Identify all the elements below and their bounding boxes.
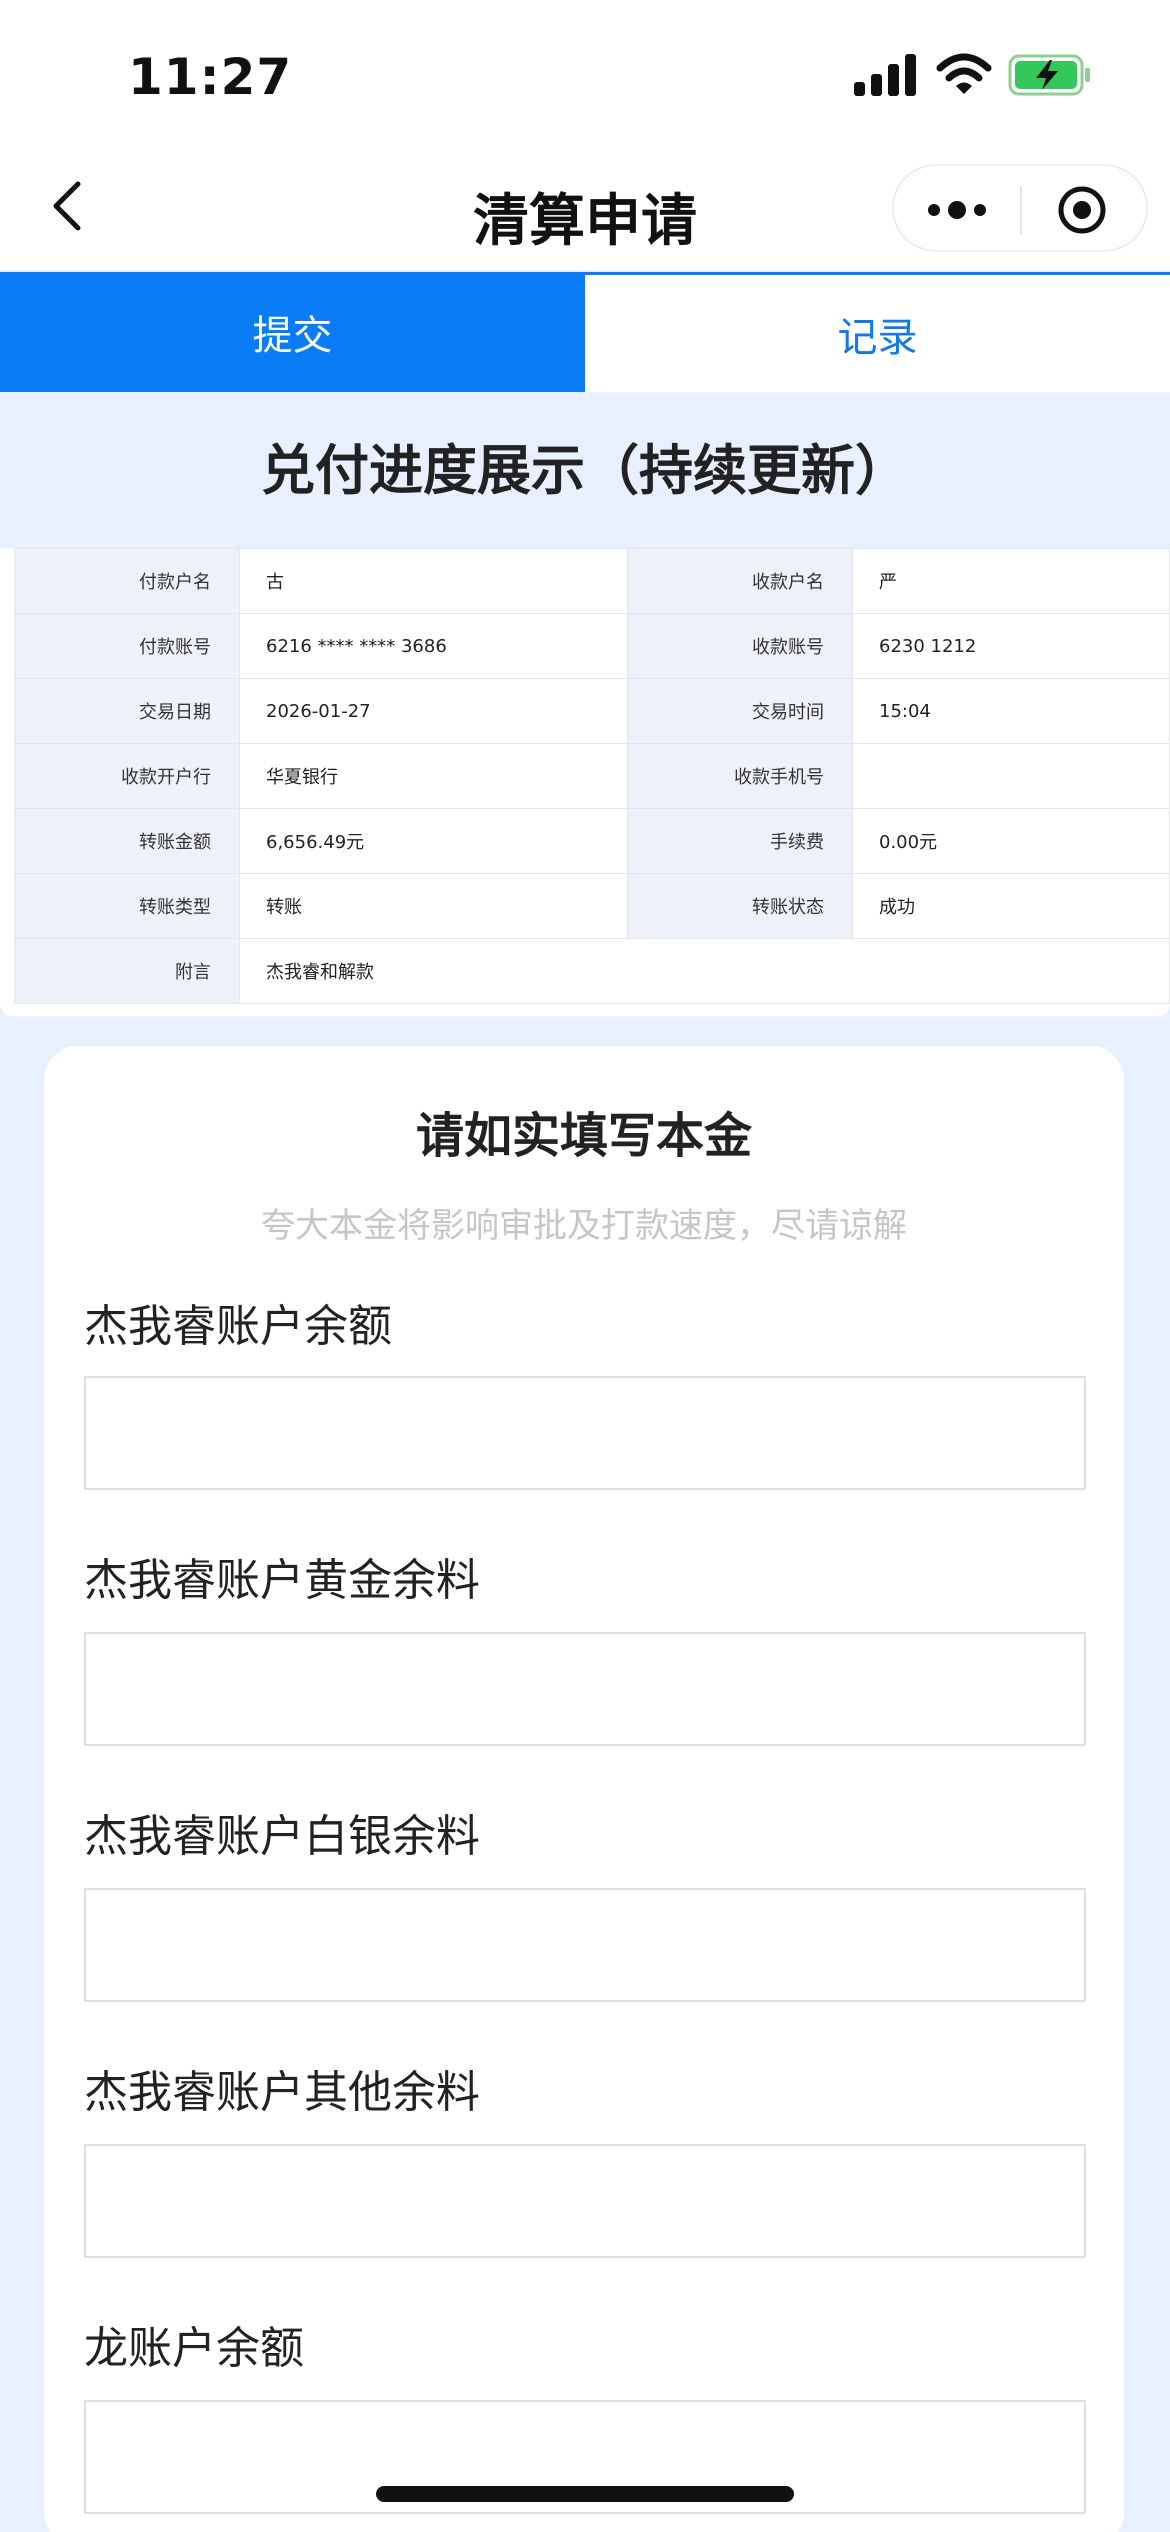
receipt-value: 15:04 [852,678,1170,744]
receipt-value [852,743,1170,809]
mini-program-capsule [892,164,1148,252]
receipt-label: 交易时间 [627,678,853,744]
field-label-gold: 杰我睿账户黄金余料 [84,1555,480,1606]
receipt-value: 古 [239,548,628,614]
receipt-label: 付款户名 [14,548,240,614]
silver-balance-input[interactable] [84,1888,1086,2002]
receipt-row: 交易日期 2026-01-27 交易时间 15:04 [14,678,1170,744]
receipt-label: 交易日期 [14,678,240,744]
receipt-value: 严 [852,548,1170,614]
signal-icon [854,54,916,96]
balance-input[interactable] [84,1376,1086,1490]
form-title: 请如实填写本金 [415,1108,752,1164]
target-icon[interactable] [1056,184,1108,236]
field-label-long-balance: 龙账户余额 [84,2323,304,2374]
gold-balance-input[interactable] [84,1632,1086,1746]
receipt-value: 华夏银行 [239,743,628,809]
capsule-divider [1020,186,1022,234]
receipt-row-note: 附言 杰我睿和解款 [14,938,1170,1004]
receipt-value: 6216 **** **** 3686 [239,613,628,679]
receipt-label: 附言 [14,938,240,1004]
receipt-value: 6230 1212 [852,613,1170,679]
receipt-label: 收款户名 [627,548,853,614]
receipt-row: 转账金额 6,656.49元 手续费 0.00元 [14,808,1170,874]
status-bar: 11:27 [0,0,1170,150]
receipt-value: 6,656.49元 [239,808,628,874]
receipt-row: 付款户名古收款户名严 [14,548,1170,614]
nav-bar: 清算申请 [0,150,1170,270]
tab-records[interactable]: 记录 [585,272,1170,392]
receipt-row: 收款开户行 华夏银行 收款手机号 [14,743,1170,809]
receipt-label: 付款账号 [14,613,240,679]
form-subtitle: 夸大本金将影响审批及打款速度，尽请谅解 [261,1206,907,1246]
receipt-value: 2026-01-27 [239,678,628,744]
receipt-label: 转账状态 [627,873,853,939]
wifi-icon [936,53,992,94]
receipt-label: 转账金额 [14,808,240,874]
receipt-label: 手续费 [627,808,853,874]
section-title: 兑付进度展示（持续更新） [261,439,909,502]
other-balance-input[interactable] [84,2144,1086,2258]
receipt-label: 收款开户行 [14,743,240,809]
screen: 11:27 清算申请 提交 记录 兑付进度展示（持续更新） 付款户名 古 收款户… [0,0,1170,2532]
receipt-value: 成功 [852,873,1170,939]
battery-charging-icon [1008,54,1090,96]
receipt-value: 转账 [239,873,628,939]
receipt-row: 转账类型 转账 转账状态 成功 [14,873,1170,939]
field-label-other: 杰我睿账户其他余料 [84,2067,480,2118]
field-label-balance: 杰我睿账户余额 [84,1301,392,1352]
tab-bar: 提交 记录 [0,272,1170,392]
more-icon[interactable] [924,188,990,232]
receipt-label: 收款手机号 [627,743,853,809]
receipt-label: 收款账号 [627,613,853,679]
receipt-label: 转账类型 [14,873,240,939]
tab-submit[interactable]: 提交 [0,272,585,392]
status-time: 11:27 [128,48,293,106]
field-label-silver: 杰我睿账户白银余料 [84,1811,480,1862]
transfer-receipt: 付款户名古收款户名严付款账号 6216 **** **** 3686 收款账号 623… [0,548,1170,1016]
receipt-value: 0.00元 [852,808,1170,874]
status-icons [852,52,1092,102]
principal-form-card: 请如实填写本金 夸大本金将影响审批及打款速度，尽请谅解 杰我睿账户余额 杰我睿账… [44,1046,1124,2532]
receipt-row: 付款账号 6216 **** **** 3686 收款账号 6230 1212 [14,613,1170,679]
receipt-table: 付款户名古收款户名严付款账号 6216 **** **** 3686 收款账号 623… [14,548,1170,1004]
receipt-note-value: 杰我睿和解款 [239,938,1170,1004]
home-indicator [376,2486,794,2502]
